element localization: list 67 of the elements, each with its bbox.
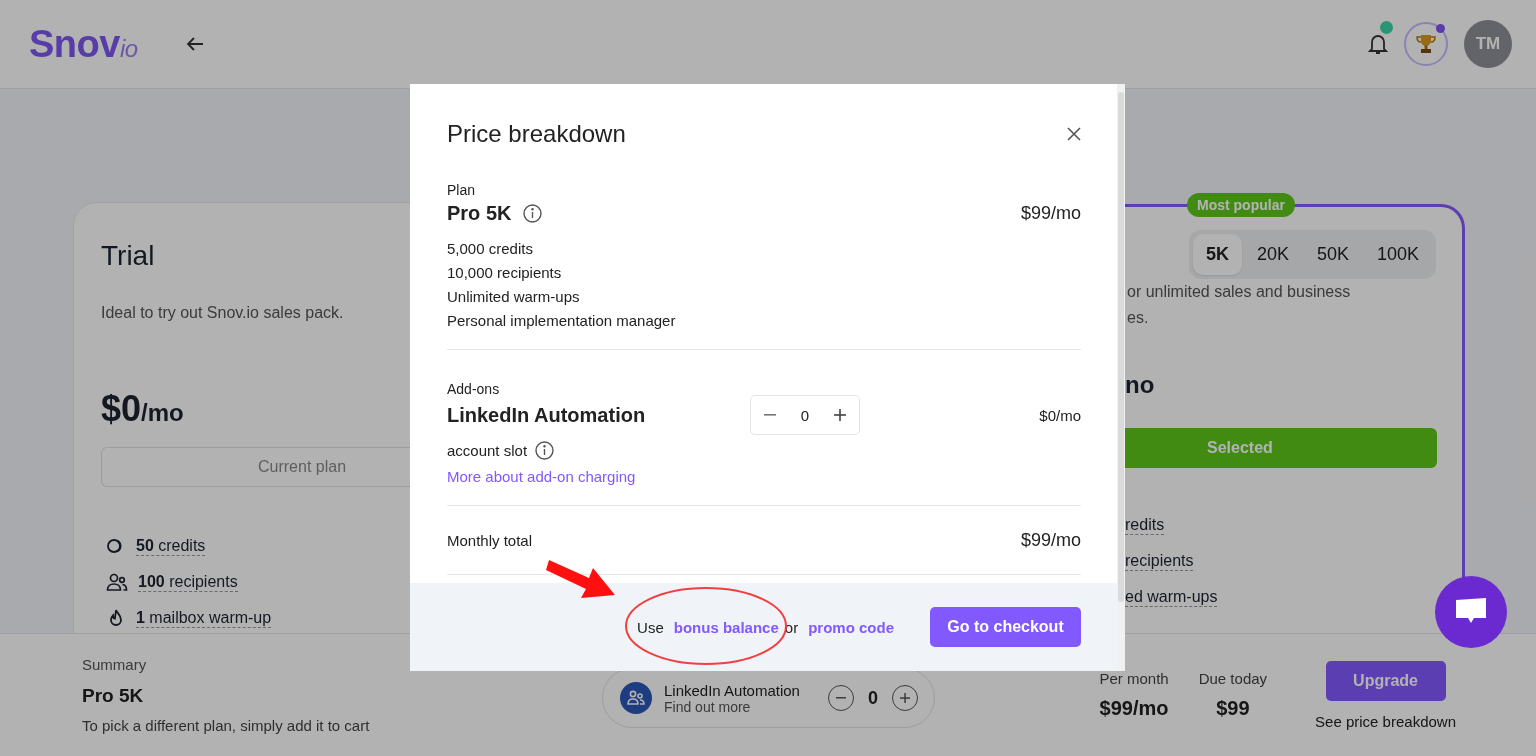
addon-name: LinkedIn Automation	[664, 681, 800, 699]
user-avatar[interactable]: TM	[1464, 20, 1512, 68]
addon-charging-link[interactable]: More about add-on charging	[447, 468, 636, 485]
total-label: Monthly total	[447, 531, 533, 549]
minus-icon	[835, 697, 846, 699]
plan-feature: 5,000 credits	[447, 239, 534, 259]
logo: Snovio	[29, 22, 138, 66]
section-heading: Plan	[447, 182, 477, 198]
info-icon[interactable]	[523, 204, 543, 223]
plan-description: Ideal to try out Snov.io sales pack.	[101, 304, 344, 322]
close-icon[interactable]	[1067, 127, 1081, 141]
due-today-label: Due today	[1198, 670, 1268, 687]
addon-price: $0/mo	[1038, 406, 1081, 424]
people-icon	[620, 682, 652, 714]
plan-description: or unlimited sales and business	[1127, 282, 1351, 302]
info-icon[interactable]	[535, 441, 555, 460]
plan-price: $99/mo	[1020, 203, 1081, 224]
tier-tab[interactable]: 50K	[1303, 234, 1362, 275]
feature-text: 1 mailbox warm-up	[136, 607, 272, 628]
plan-title: Trial	[101, 240, 155, 272]
total-price: $99/mo	[1020, 529, 1081, 551]
tier-tab[interactable]: 5K	[1192, 234, 1242, 275]
addon-name: LinkedIn Automation	[447, 403, 647, 427]
find-out-more-link[interactable]: Find out more	[664, 698, 800, 715]
back-arrow-icon[interactable]	[185, 36, 204, 52]
plus-icon[interactable]	[834, 409, 847, 421]
arrow-annotation	[546, 560, 615, 598]
people-icon	[106, 571, 128, 592]
current-plan-button[interactable]: Current plan	[101, 447, 411, 487]
due-today-price: $99	[1216, 697, 1250, 720]
plan-name: Pro 5K	[82, 685, 145, 707]
tier-tab[interactable]: 100K	[1363, 234, 1432, 275]
summary-label: Summary	[82, 656, 148, 673]
bonus-balance-link[interactable]: bonus balance	[673, 618, 779, 636]
notification-dot	[1380, 21, 1393, 34]
promo-code-link[interactable]: promo code	[808, 618, 894, 636]
plan-name: Pro 5K	[447, 202, 512, 225]
plan-feature: Unlimited warm-ups	[447, 287, 581, 307]
footer-text: or	[784, 618, 799, 636]
modal-title: Price breakdown	[447, 120, 626, 148]
quantity-value: 0	[867, 687, 878, 709]
quantity-value: 0	[800, 406, 810, 424]
section-heading: Add-ons	[447, 381, 501, 397]
plan-description: es.	[1127, 308, 1150, 328]
trophy-icon	[1415, 33, 1437, 55]
feature-text: 100 recipients	[138, 571, 238, 592]
minus-icon[interactable]	[763, 414, 776, 416]
plan-price: $0/mo	[101, 389, 184, 431]
most-popular-badge: Most popular	[1187, 193, 1295, 217]
addon-unit: account slot	[447, 442, 528, 459]
plus-icon	[899, 693, 910, 703]
footer-text: Use	[637, 618, 664, 636]
summary-hint: To pick a different plan, simply add it to cart	[82, 717, 371, 734]
price-breakdown-link[interactable]: See price breakdown	[1315, 712, 1456, 730]
feature-text: 50 credits	[136, 535, 206, 556]
per-month-price: $99/mo	[1099, 697, 1169, 720]
upgrade-button[interactable]: Upgrade	[1325, 660, 1446, 701]
achievements-button[interactable]	[1404, 22, 1448, 66]
plan-feature: 10,000 recipients	[447, 263, 563, 283]
plan-feature: Personal implementation manager	[447, 311, 677, 331]
tier-tab[interactable]: 20K	[1243, 234, 1302, 275]
per-month-label: Per month	[1099, 670, 1169, 687]
checkout-button[interactable]: Go to checkout	[930, 607, 1081, 647]
bell-icon[interactable]	[1368, 33, 1388, 55]
scrollbar[interactable]	[1117, 84, 1125, 671]
quantity-stepper[interactable]: 0	[750, 395, 860, 435]
plan-price: no	[1125, 370, 1155, 400]
